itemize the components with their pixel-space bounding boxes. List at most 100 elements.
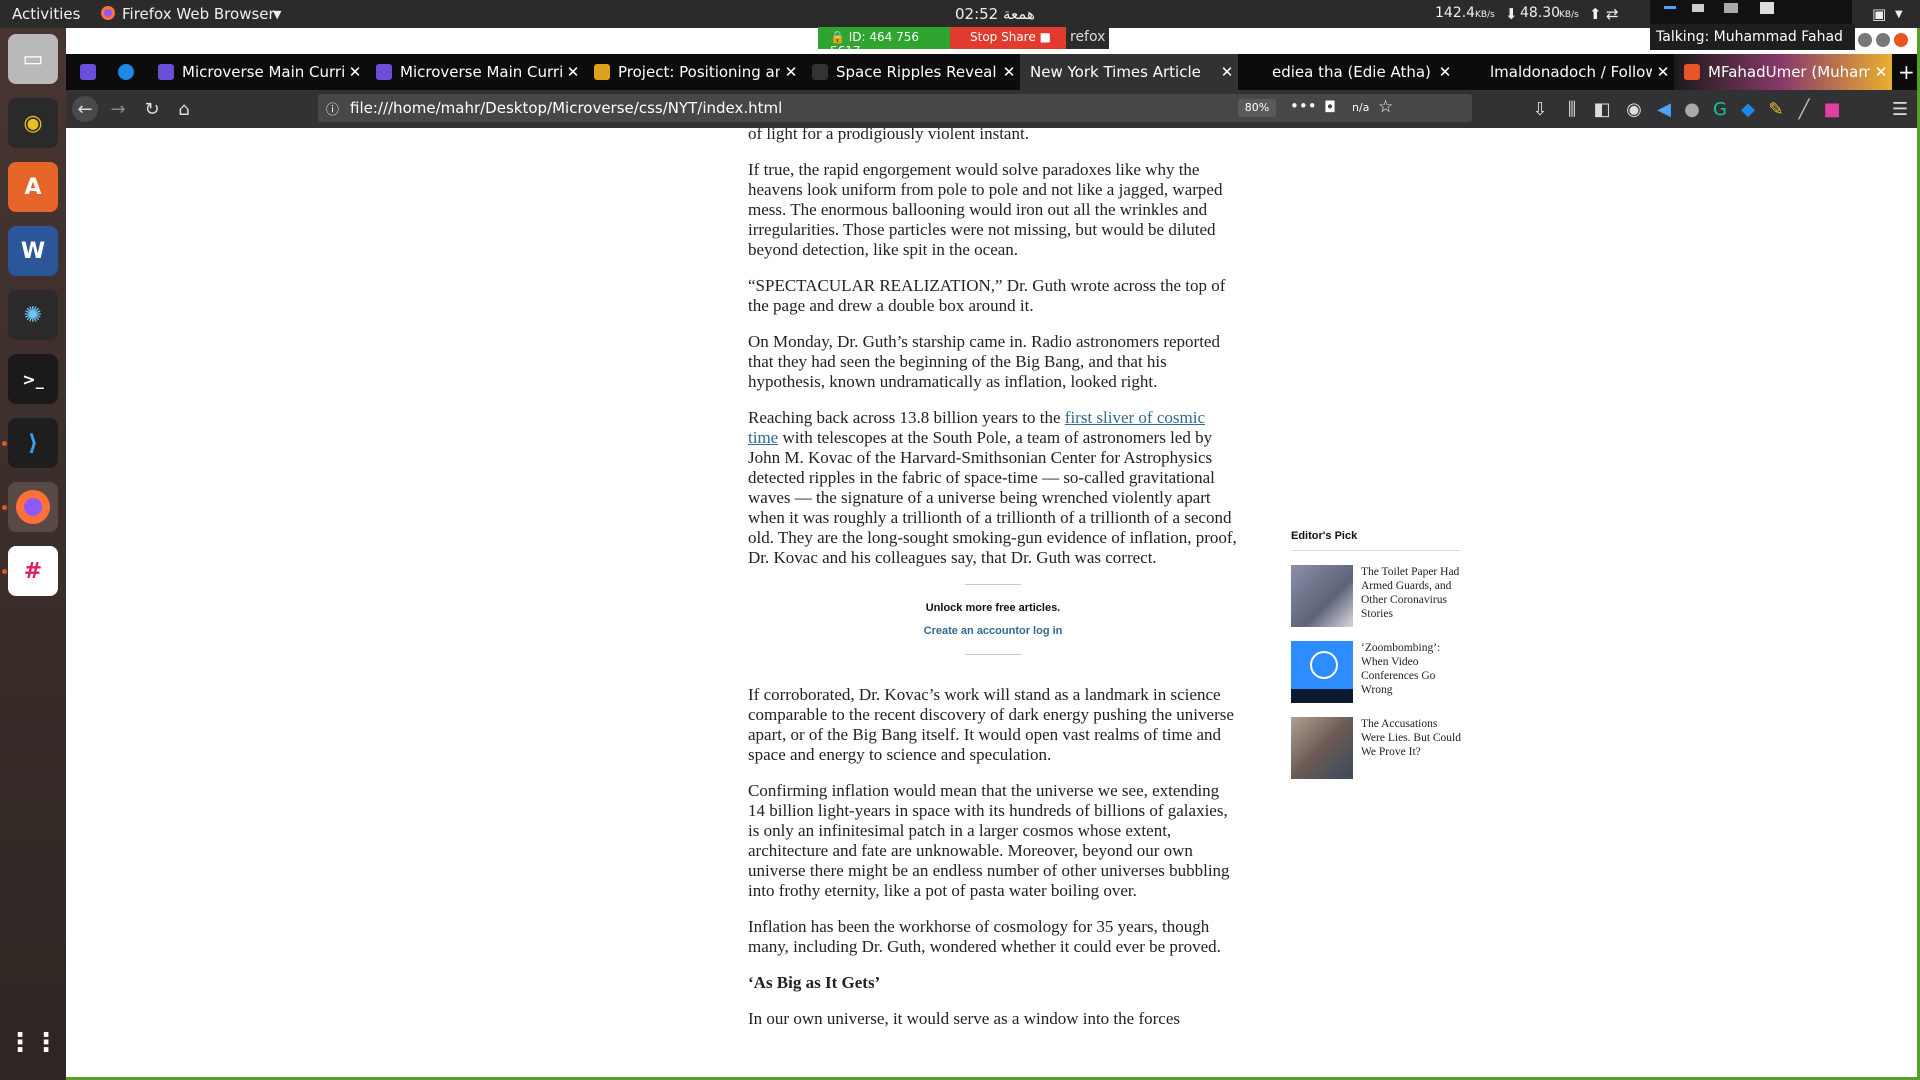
paragraph: Reaching back across 13.8 billion years … [748,408,1238,568]
running-indicator [2,569,7,574]
close-icon[interactable]: ✕ [562,63,584,81]
close-icon[interactable]: ✕ [998,63,1020,81]
paragraph: Inflation has been the workhorse of cosm… [748,917,1221,956]
download-arrow-icon: ⬇ [1505,5,1518,23]
stop-share-label: Stop Share [970,30,1036,44]
tab-label: ediea tha (Edie Atha) [1272,63,1431,81]
tab-new-york-times-article[interactable]: New York Times Article ✕ [1020,54,1238,90]
editors-pick-item[interactable]: The Accusations Were Lies. But Could We … [1291,717,1461,779]
tab-project-positioning[interactable]: Project: Positioning and ✕ [584,54,802,90]
info-icon[interactable]: ⓘ [326,99,339,118]
window-icon[interactable] [1692,4,1704,12]
more-actions-icon[interactable]: ••• [1290,97,1317,115]
home-button[interactable]: ⌂ [170,96,198,122]
reload-button[interactable]: ↻ [138,96,166,122]
url-bar[interactable]: ⓘ file:///home/mahr/Desktop/Microverse/c… [318,94,1472,122]
article-thumbnail[interactable] [1291,717,1353,779]
github-icon [1248,64,1264,80]
firefox-dock-icon[interactable] [8,482,58,532]
pocket-icon[interactable]: ◘ [1324,98,1336,116]
na-badge: n/a [1352,101,1370,114]
close-icon[interactable]: ✕ [1652,63,1674,81]
grammarly-icon[interactable]: G [1706,96,1734,122]
create-account-link[interactable]: Create an accountor log in [748,621,1238,641]
url-text[interactable]: file:///home/mahr/Desktop/Microverse/css… [350,99,782,117]
tab-pinned-app[interactable] [108,54,144,90]
ubuntu-dock: ▭ ◉ A W ✺ >_ ⟩ # ⋮⋮ [0,28,66,1080]
downloads-icon[interactable]: ⇩ [1526,96,1554,122]
tab-edieatha[interactable]: ediea tha (Edie Atha) ✕ [1238,54,1456,90]
app-icon[interactable]: ✺ [8,290,58,340]
editors-pick: Editor's Pick The Toilet Paper Had Armed… [1291,530,1461,779]
close-icon[interactable]: ✕ [1870,63,1892,81]
tab-microverse-2[interactable]: Microverse Main Curricu ✕ [366,54,584,90]
new-tab-button[interactable]: + [1892,54,1920,90]
close-icon[interactable]: ✕ [780,63,802,81]
sidebar-icon[interactable]: ◧ [1588,96,1616,122]
extension-icon[interactable]: ◆ [1734,96,1762,122]
terminal-icon[interactable]: >_ [8,354,58,404]
menu-icon[interactable]: ☰ [1886,96,1914,122]
zoom-logo-icon [1310,651,1338,679]
owl-icon [594,64,610,80]
close-icon[interactable]: ✕ [1434,63,1456,81]
system-top-bar: Activities Firefox Web Browser ▼ 02:52 ه… [0,0,1920,28]
paragraph: of light for a prodigiously violent inst… [748,128,1029,143]
software-center-icon[interactable]: A [8,162,58,212]
extension-icon[interactable]: ● [1678,96,1706,122]
grid-icon[interactable] [1760,2,1774,14]
slack-icon[interactable]: # [8,546,58,596]
library-icon[interactable]: ⫼ [1558,96,1586,122]
bookmark-star-icon[interactable]: ☆ [1378,97,1393,117]
tab-lmaldonadoch[interactable]: lmaldonadoch / Followe ✕ [1456,54,1674,90]
net-up-speed: 48.30 [1520,5,1561,21]
app-menu[interactable]: Firefox Web Browser [122,5,275,23]
zoom-thumbnail[interactable] [1291,641,1353,703]
running-indicator [2,441,7,446]
nyt-icon [812,64,828,80]
tab-space-ripples[interactable]: Space Ripples Reveal Bi ✕ [802,54,1020,90]
meeting-id: 🔒 ID: 464 756 5617 [818,27,950,58]
tab-microverse-1[interactable]: Microverse Main Curricu ✕ [148,54,366,90]
files-icon[interactable]: ▭ [8,34,58,84]
minimize-window-icon[interactable] [1858,33,1872,47]
zoom-meeting-toolbar [1650,0,1852,24]
stop-share-button[interactable]: Stop Share ■ [950,27,1066,49]
screen-share-bar: 🔒 ID: 464 756 5617 Stop Share ■ refox [818,27,1110,58]
editors-pick-item[interactable]: ‘Zoombombing’: When Video Conferences Go… [1291,641,1461,703]
extension-icon[interactable]: ╱ [1790,96,1818,122]
navigation-bar: ← → ↻ ⌂ ⓘ file:///home/mahr/Desktop/Micr… [66,90,1920,128]
gallery-icon[interactable] [1724,3,1738,13]
forward-button[interactable]: → [104,96,132,122]
minimize-icon[interactable] [1664,6,1676,9]
zoom-level[interactable]: 80% [1238,99,1276,117]
chevron-down-icon: ▼ [273,8,282,21]
extension-icon[interactable]: ◀ [1650,96,1678,122]
word-icon[interactable]: W [8,226,58,276]
article-thumbnail[interactable] [1291,565,1353,627]
clock[interactable]: 02:52 همعة [955,5,1035,23]
tab-pinned-microverse[interactable] [70,54,106,90]
extension-icon[interactable]: ■ [1818,96,1846,122]
maximize-window-icon[interactable] [1876,33,1890,47]
tab-label: Space Ripples Reveal Bi [836,63,998,81]
tab-mfahadumer[interactable]: MFahadUmer (Muham ✕ [1674,54,1892,90]
editors-pick-headline[interactable]: ‘Zoombombing’: When Video Conferences Go… [1361,641,1461,703]
back-button[interactable]: ← [72,96,98,122]
spinner-icon [118,64,134,80]
editors-pick-headline[interactable]: The Accusations Were Lies. But Could We … [1361,717,1461,779]
editors-pick-headline[interactable]: The Toilet Paper Had Armed Guards, and O… [1361,565,1461,627]
clipboard-icon[interactable]: ▣ [1872,5,1886,23]
rhythmbox-icon[interactable]: ◉ [8,98,58,148]
apps-grid-icon[interactable]: ⋮⋮ [7,1018,59,1068]
extension-icon[interactable]: ✎ [1762,96,1790,122]
close-icon[interactable]: ✕ [1216,63,1238,81]
close-icon[interactable]: ✕ [344,63,366,81]
vscode-icon[interactable]: ⟩ [8,418,58,468]
paragraph: “SPECTACULAR REALIZATION,” Dr. Guth wrot… [748,276,1226,315]
close-window-icon[interactable] [1894,33,1908,47]
editors-pick-item[interactable]: The Toilet Paper Had Armed Guards, and O… [1291,565,1461,627]
silhouette-icon [1291,689,1353,703]
activities-button[interactable]: Activities [12,5,80,23]
account-icon[interactable]: ◉ [1620,96,1648,122]
